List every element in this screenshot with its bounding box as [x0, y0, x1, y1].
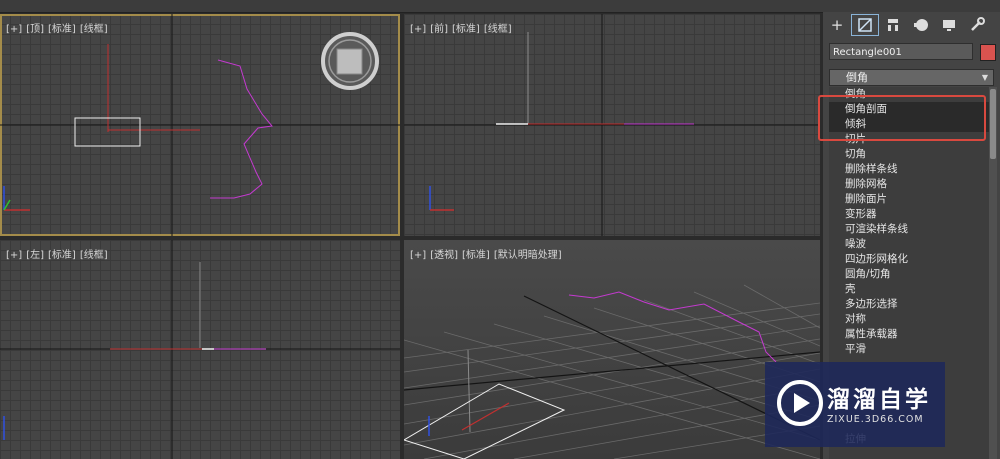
modifier-list-item[interactable]: 圆角/切角: [829, 267, 989, 282]
modifier-list-item[interactable]: 多边形选择: [829, 297, 989, 312]
modifier-list-item[interactable]: 对称: [829, 312, 989, 327]
viewport-front[interactable]: [+] [前] [标准] [线框]: [404, 14, 820, 236]
viewport-left-scene: [0, 240, 400, 459]
modifier-dropdown-value: 倒角: [846, 71, 868, 84]
modifier-list-item[interactable]: 属性承载器: [829, 327, 989, 342]
scrollbar-thumb[interactable]: [990, 89, 996, 159]
modifier-list-item[interactable]: 壳: [829, 282, 989, 297]
viewport-left[interactable]: [+] [左] [标准] [线框]: [0, 240, 400, 459]
command-panel-tabs: +: [823, 12, 1000, 38]
modifier-list-item[interactable]: 删除面片: [829, 192, 989, 207]
display-icon[interactable]: [935, 14, 963, 36]
utilities-icon[interactable]: [963, 14, 991, 36]
modifier-list-item[interactable]: 平滑: [829, 342, 989, 357]
viewport-perspective-scene: [404, 284, 820, 459]
viewport-front-scene: [404, 14, 820, 236]
object-color-swatch[interactable]: [980, 44, 996, 61]
motion-icon[interactable]: [907, 14, 935, 36]
modifier-list-scrollbar[interactable]: [989, 87, 997, 459]
create-icon[interactable]: +: [823, 14, 851, 36]
modifier-list-item[interactable]: 变形器: [829, 207, 989, 222]
modifier-list-dropdown[interactable]: 倒角 ▼: [829, 69, 994, 86]
viewcube-icon: [321, 32, 379, 90]
brand-logo-icon: [777, 380, 823, 426]
modifier-list-item[interactable]: 四边形网格化: [829, 252, 989, 267]
hierarchy-icon[interactable]: [879, 14, 907, 36]
modifier-list-item[interactable]: 噪波: [829, 237, 989, 252]
modifier-list-item[interactable]: 切角: [829, 147, 989, 162]
viewport-top-scene: [0, 14, 400, 236]
modify-icon[interactable]: [851, 14, 879, 36]
modifier-list-item[interactable]: 删除网格: [829, 177, 989, 192]
watermark: 溜溜自学 ZIXUE.3D66.COM: [765, 362, 945, 447]
watermark-brand: 溜溜自学: [827, 387, 931, 413]
annotation-highlight-box: [818, 95, 986, 141]
watermark-url: ZIXUE.3D66.COM: [827, 414, 924, 425]
object-name-field[interactable]: Rectangle001: [829, 43, 973, 60]
chevron-down-icon: ▼: [981, 73, 988, 82]
modifier-list-item[interactable]: 删除样条线: [829, 162, 989, 177]
viewport-top[interactable]: [+] [顶] [标准] [线框]: [0, 14, 400, 236]
modifier-list-item[interactable]: 可渲染样条线: [829, 222, 989, 237]
viewport-perspective[interactable]: [+] [透视] [标准] [默认明暗处理]: [404, 240, 820, 459]
